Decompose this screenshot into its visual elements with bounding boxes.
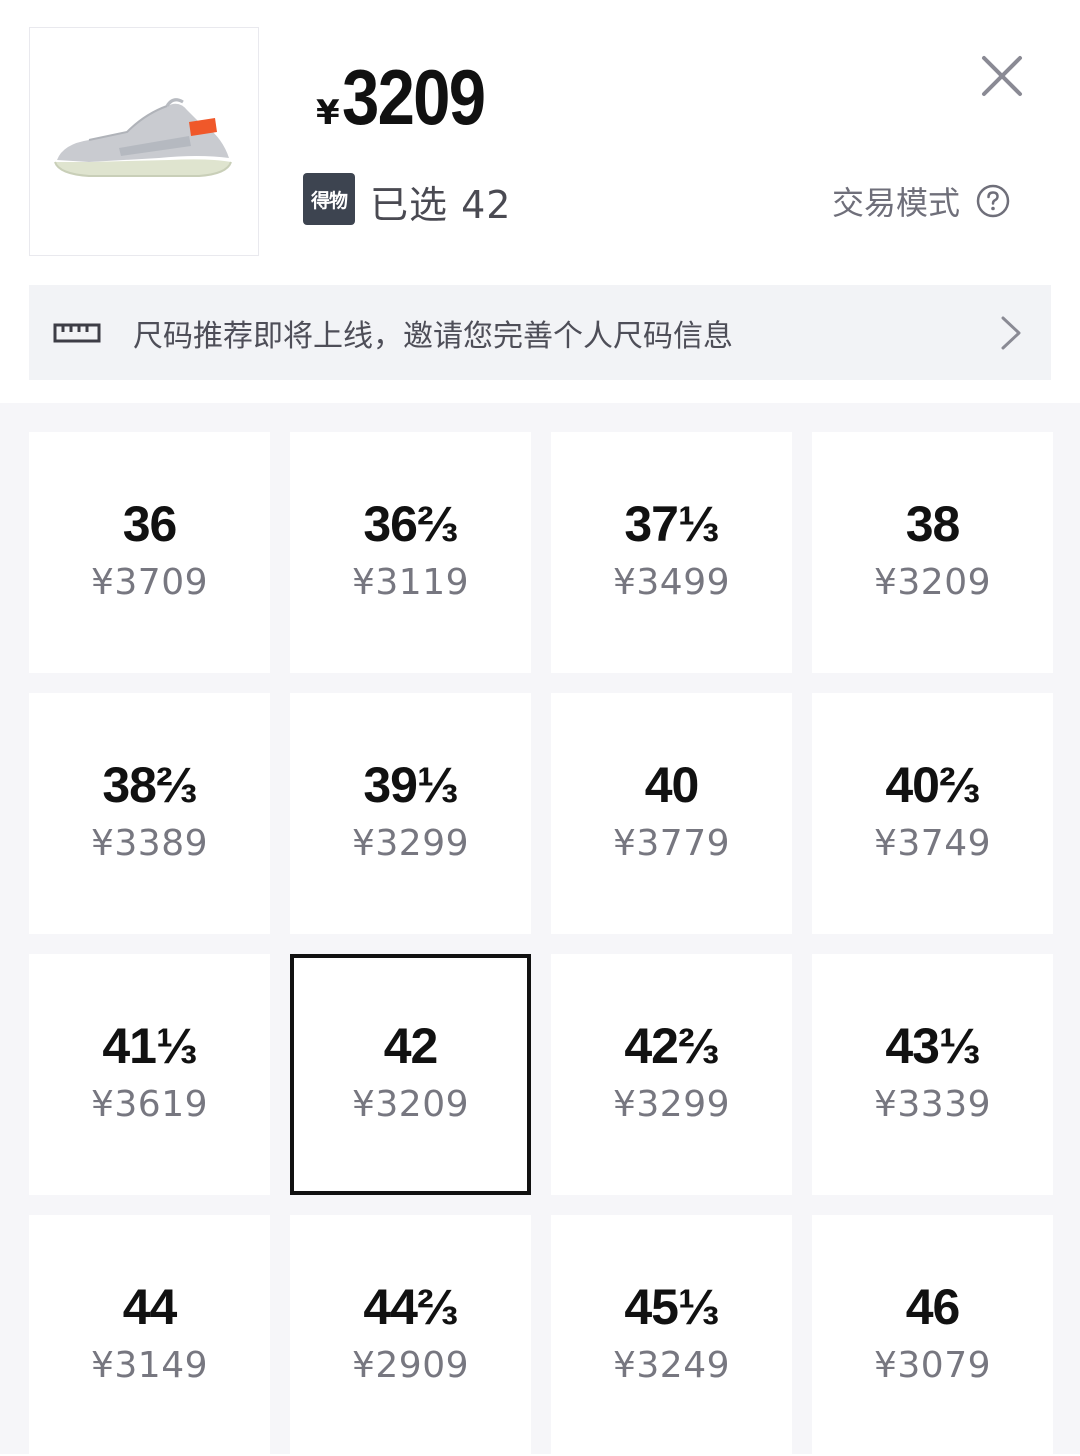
- size-label: 42: [383, 1018, 439, 1074]
- size-option[interactable]: 40 ¥3779: [551, 693, 792, 934]
- size-label: 40⅔: [885, 757, 980, 813]
- size-price: ¥3389: [90, 823, 209, 864]
- size-option[interactable]: 44⅔ ¥2909: [290, 1215, 531, 1456]
- size-option[interactable]: 36⅔ ¥3119: [290, 432, 531, 673]
- size-option[interactable]: 42 ¥3209: [290, 954, 531, 1195]
- price-value: 3209: [341, 53, 486, 141]
- size-price: ¥3079: [873, 1345, 992, 1386]
- size-price: ¥3339: [873, 1084, 992, 1125]
- size-option[interactable]: 38⅔ ¥3389: [29, 693, 270, 934]
- close-icon: [982, 56, 1022, 96]
- size-option[interactable]: 46 ¥3079: [812, 1215, 1053, 1456]
- size-option[interactable]: 40⅔ ¥3749: [812, 693, 1053, 934]
- close-button[interactable]: [978, 52, 1026, 100]
- size-label: 36⅔: [363, 496, 458, 552]
- price-currency: ¥: [316, 93, 340, 133]
- product-image: [29, 27, 259, 256]
- size-option[interactable]: 41⅓ ¥3619: [29, 954, 270, 1195]
- size-label: 40: [644, 757, 700, 813]
- banner-text: 尺码推荐即将上线，邀请您完善个人尺码信息: [133, 318, 733, 354]
- price: ¥ 3209: [316, 52, 507, 143]
- size-option[interactable]: 42⅔ ¥3299: [551, 954, 792, 1195]
- size-price: ¥3499: [612, 562, 731, 603]
- size-recommend-banner[interactable]: 尺码推荐即将上线，邀请您完善个人尺码信息: [29, 285, 1051, 380]
- size-label: 39⅓: [363, 757, 458, 813]
- chevron-right-icon: [1001, 316, 1021, 349]
- size-option[interactable]: 36 ¥3709: [29, 432, 270, 673]
- size-label: 37⅓: [624, 496, 719, 552]
- sneaker-image: [54, 97, 232, 177]
- size-price: ¥3119: [351, 562, 470, 603]
- size-label: 46: [905, 1279, 961, 1335]
- size-price: ¥2909: [351, 1345, 470, 1386]
- size-label: 36: [122, 496, 178, 552]
- size-price: ¥3209: [873, 562, 992, 603]
- size-label: 41⅓: [102, 1018, 197, 1074]
- size-option[interactable]: 38 ¥3209: [812, 432, 1053, 673]
- size-price: ¥3249: [612, 1345, 731, 1386]
- size-option[interactable]: 43⅓ ¥3339: [812, 954, 1053, 1195]
- size-label: 45⅓: [624, 1279, 719, 1335]
- size-price: ¥3619: [90, 1084, 209, 1125]
- size-price: ¥3299: [612, 1084, 731, 1125]
- header: ¥ 3209 得物 已选 42 交易模式: [0, 0, 1080, 282]
- size-price: ¥3779: [612, 823, 731, 864]
- size-grid: 36 ¥3709 36⅔ ¥3119 37⅓ ¥3499 38 ¥3209 38⅔ ¥3389 39…: [29, 432, 1053, 1456]
- size-label: 38: [905, 496, 961, 552]
- size-option[interactable]: 37⅓ ¥3499: [551, 432, 792, 673]
- size-grid-area: 36 ¥3709 36⅔ ¥3119 37⅓ ¥3499 38 ¥3209 38⅔ ¥3389 39…: [0, 403, 1080, 1456]
- size-price: ¥3299: [351, 823, 470, 864]
- size-label: 44⅔: [363, 1279, 458, 1335]
- trade-mode-label: 交易模式: [832, 184, 961, 222]
- size-label: 38⅔: [102, 757, 197, 813]
- size-price: ¥3209: [351, 1084, 470, 1125]
- size-price: ¥3709: [90, 562, 209, 603]
- trade-mode-button[interactable]: 交易模式: [832, 178, 1010, 224]
- size-label: 44: [122, 1279, 178, 1335]
- size-label: 42⅔: [624, 1018, 719, 1074]
- size-label: 43⅓: [885, 1018, 980, 1074]
- brand-badge: 得物: [303, 173, 355, 225]
- size-option[interactable]: 45⅓ ¥3249: [551, 1215, 792, 1456]
- ruler-icon: [53, 323, 101, 342]
- size-option[interactable]: 39⅓ ¥3299: [290, 693, 531, 934]
- help-circle-icon: [976, 184, 1010, 218]
- size-price: ¥3749: [873, 823, 992, 864]
- selected-size-text: 已选 42: [370, 183, 512, 227]
- size-price: ¥3149: [90, 1345, 209, 1386]
- size-option[interactable]: 44 ¥3149: [29, 1215, 270, 1456]
